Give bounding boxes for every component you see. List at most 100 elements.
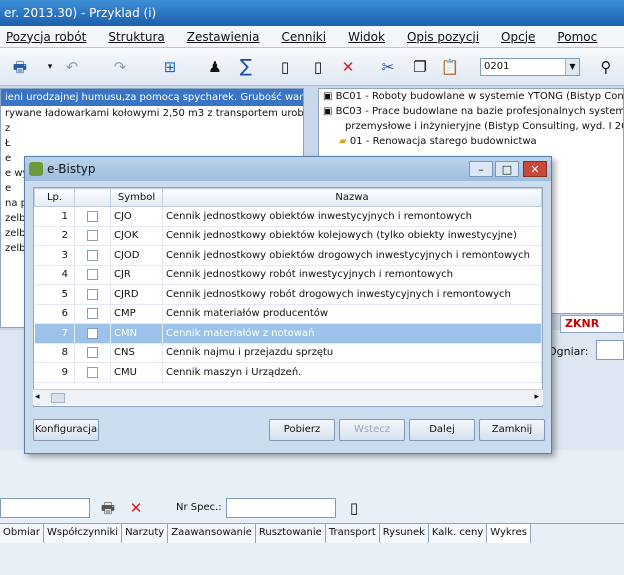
delete-icon[interactable]: ✕ (126, 498, 146, 518)
delete-icon[interactable]: ✕ (338, 57, 358, 77)
checkbox-icon[interactable] (87, 288, 98, 300)
row-checkbox[interactable] (74, 206, 111, 227)
menu-struktura[interactable]: Struktura (108, 30, 164, 44)
checkbox-icon[interactable] (87, 347, 98, 358)
table-row[interactable]: 7 CMN Cennik materiałów z notowań (34, 323, 542, 344)
menu-opis-pozycji[interactable]: Opis pozycji (407, 30, 479, 44)
row-nazwa: Cennik materiałów z notowań (162, 323, 542, 344)
scroll-right-icon[interactable]: ▸ (534, 392, 539, 402)
code-combobox[interactable]: 0201 ▼ (480, 58, 580, 76)
maximize-icon[interactable]: □ (495, 161, 519, 177)
close-icon[interactable]: ✕ (523, 161, 547, 177)
minimize-icon[interactable]: – (469, 161, 493, 177)
copy-icon[interactable]: ❐ (410, 57, 430, 77)
checkbox-icon[interactable] (87, 269, 98, 280)
table-row[interactable]: 9 CMU Cennik maszyn i Urządzeń. (34, 362, 542, 383)
row-lp: 9 (34, 362, 75, 383)
table-row[interactable]: 4 CJR Cennik jednostkowy robót inwestycyjn… (34, 265, 542, 285)
print-icon[interactable]: 🖶 (10, 57, 30, 77)
row-symbol: CJRD (110, 284, 163, 305)
page-icon[interactable]: ▯ (344, 498, 364, 518)
selected-position-line[interactable]: ieni urodzajnej humusu,za pomocą spychar… (1, 89, 303, 106)
dalej-button[interactable]: Dalej (409, 419, 475, 441)
row-checkbox[interactable] (74, 323, 111, 344)
konfiguracja-button[interactable]: Konfiguracja (33, 419, 99, 441)
tab-rysunek[interactable]: Rysunek (379, 524, 429, 543)
row-checkbox[interactable] (74, 245, 111, 266)
row-lp: 2 (34, 226, 75, 246)
printer-icon[interactable]: 🖶 (98, 498, 118, 518)
wstecz-button[interactable]: Wstecz (339, 419, 405, 441)
menu-pozycja-robot[interactable]: Pozycja robót (6, 30, 86, 44)
tree-item-cont: przemysłowe i inżynieryjne (Bistyp Consu… (345, 121, 624, 132)
row-checkbox[interactable] (74, 304, 111, 324)
row-checkbox[interactable] (74, 284, 111, 305)
tab-zknr[interactable]: ZKNR (560, 315, 624, 333)
table-row[interactable]: 1 CJO Cennik jednostkowy obiektów inwestyc… (34, 206, 542, 227)
checkbox-icon[interactable] (87, 230, 98, 241)
menu-pomoc[interactable]: Pomoc (557, 30, 597, 44)
column-header-symbol[interactable]: Symbol (110, 188, 163, 207)
row-nazwa: Cennik jednostkowy robót inwestycyjnych … (162, 265, 542, 285)
tab-wspolczynniki[interactable]: Współczynniki (43, 524, 123, 543)
checkbox-icon[interactable] (87, 366, 98, 378)
table-row[interactable]: 2 CJOK Cennik jednostkowy obiektów kolejow… (34, 226, 542, 246)
table-row[interactable]: 6 CMP Cennik materiałów producentów (34, 304, 542, 324)
menu-cenniki[interactable]: Cenniki (282, 30, 327, 44)
menu-opcje[interactable]: Opcje (501, 30, 535, 44)
paste-icon[interactable]: 📋 (440, 57, 460, 77)
undo-icon[interactable]: ↶ (62, 57, 82, 77)
column-header-nazwa[interactable]: Nazwa (162, 188, 542, 207)
row-symbol: CJR (110, 265, 163, 285)
cut-icon[interactable]: ✂ (378, 57, 398, 77)
structure-icon[interactable]: ⊞ (160, 57, 180, 77)
position-line[interactable]: rywane ładowarkami kołowymi 2,50 m3 z tr… (1, 106, 303, 121)
tree-item[interactable]: ▰ 01 - Renowacja starego budownictwa (319, 134, 623, 149)
tab-transport[interactable]: Transport (325, 524, 380, 543)
dropdown-arrow-icon[interactable]: ▾ (40, 57, 60, 77)
binoculars-icon[interactable]: ⚲ (596, 57, 616, 77)
horizontal-scrollbar[interactable]: ◂ ▸ (33, 389, 543, 405)
person-icon[interactable]: ♟ (205, 57, 225, 77)
pobierz-button[interactable]: Pobierz (269, 419, 335, 441)
scroll-thumb[interactable] (51, 393, 65, 403)
table-row[interactable]: 3 CJOD Cennik jednostkowy obiektów drogowy… (34, 245, 542, 266)
redo-icon[interactable]: ↷ (110, 57, 130, 77)
column-header-check[interactable] (74, 188, 111, 207)
tab-kalk-ceny[interactable]: Kalk. ceny (428, 524, 488, 543)
table-row[interactable]: 5 CJRD Cennik jednostkowy robót drogowych … (34, 284, 542, 305)
row-checkbox[interactable] (74, 265, 111, 285)
table-row[interactable]: 8 CNS Cennik najmu i przejazdu sprzętu (34, 343, 542, 363)
checkbox-icon[interactable] (87, 308, 98, 319)
position-line[interactable]: z (1, 121, 303, 136)
checkbox-icon[interactable] (87, 210, 98, 222)
bottom-panel: 🖶 ✕ Nr Spec.: ▯ (0, 450, 624, 575)
menu-zestawienia[interactable]: Zestawienia (187, 30, 260, 44)
nr-spec-field[interactable] (226, 498, 336, 518)
sum-icon[interactable]: ∑ (236, 57, 256, 77)
checkbox-icon[interactable] (87, 327, 98, 339)
tab-narzuty[interactable]: Narzuty (122, 524, 169, 543)
row-symbol: CJO (110, 206, 163, 227)
zamknij-button[interactable]: Zamknij (479, 419, 545, 441)
scroll-left-icon[interactable]: ◂ (35, 392, 40, 402)
bottom-left-field[interactable] (0, 498, 90, 518)
checkbox-icon[interactable] (87, 249, 98, 261)
position-line[interactable]: Ł (1, 136, 303, 151)
tree-item[interactable]: ▣ BC01 - Roboty budowlane w systemie YTO… (319, 89, 623, 104)
row-checkbox[interactable] (74, 226, 111, 246)
ogniar-field[interactable] (596, 340, 624, 360)
chevron-down-icon[interactable]: ▼ (565, 59, 579, 75)
menu-widok[interactable]: Widok (348, 30, 385, 44)
tab-obmiar[interactable]: Obmiar (0, 524, 44, 543)
new-page-icon[interactable]: ▯ (308, 57, 328, 77)
page-icon[interactable]: ▯ (275, 57, 295, 77)
row-checkbox[interactable] (74, 362, 111, 383)
column-header-lp[interactable]: Lp. (34, 188, 75, 207)
tab-zaawansowanie[interactable]: Zaawansowanie (168, 524, 256, 543)
row-checkbox[interactable] (74, 343, 111, 363)
tab-rusztowanie[interactable]: Rusztowanie (255, 524, 326, 543)
tree-item[interactable]: ▣ BC03 - Prace budowlane na bazie profes… (319, 104, 623, 119)
tab-wykres[interactable]: Wykres (487, 524, 531, 543)
row-symbol: CJOD (110, 245, 163, 266)
